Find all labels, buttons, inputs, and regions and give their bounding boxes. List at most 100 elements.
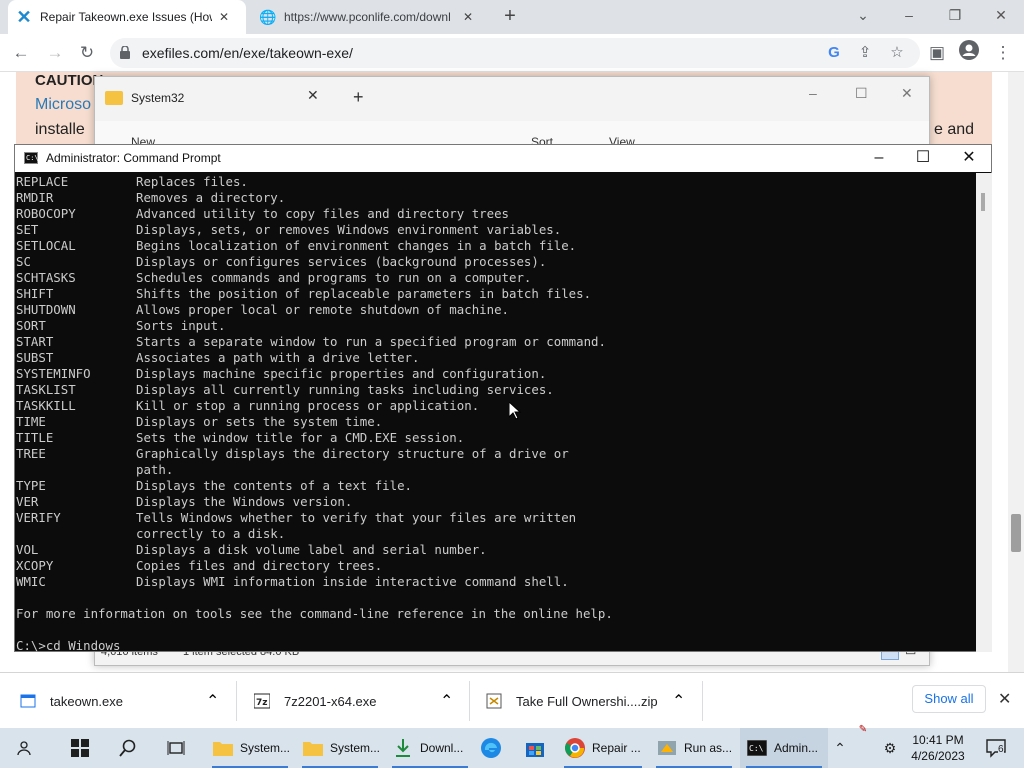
cmd-icon: C:\ [746,737,768,759]
command-description: Starts a separate window to run a specif… [136,334,606,349]
command-description: path. [136,462,174,477]
tray-pen-icon: ✎ [858,723,868,735]
profile-icon [959,40,979,60]
download-item[interactable]: 7z 7z2201-x64.exe [254,673,377,729]
command-description: Displays the contents of a text file. [136,478,413,493]
download-bar: takeown.exe ⌃ 7z 7z2201-x64.exe ⌃ Take F… [0,672,1024,728]
restore-button[interactable]: ❐ [932,0,978,34]
command-description: Displays all currently running tasks inc… [136,382,554,397]
search-icon[interactable] [112,728,144,768]
close-tab-icon[interactable]: ✕ [307,87,319,104]
chevron-up-icon[interactable]: ⌃ [830,728,850,768]
svg-text:7z: 7z [256,698,268,708]
explorer-titlebar: System32 ✕ + – ☐ ✕ [95,77,929,121]
tab-label: Repair Takeown.exe Issues (How t [40,10,212,24]
chevron-up-icon[interactable]: ⌃ [206,673,219,729]
taskbar-item-chrome[interactable]: Repair ... [558,728,648,768]
share-icon[interactable]: ⇪ [855,43,875,63]
gear-icon[interactable]: ⚙ [876,728,904,768]
taskbar-item-edge[interactable] [476,728,508,768]
back-button[interactable]: ← [8,40,34,66]
show-all-button[interactable]: Show all [912,685,986,713]
command-description: Graphically displays the directory struc… [136,446,569,461]
close-download-bar-icon[interactable]: ✕ [998,689,1011,709]
sidebar-icon[interactable]: ▣ [924,40,950,66]
command-name: SUBST [16,350,54,365]
scrollbar-thumb[interactable] [1011,514,1021,552]
taskbar-label: System... [240,741,291,755]
chevron-up-icon[interactable]: ⌃ [672,673,685,729]
bookmark-star-icon[interactable]: ☆ [887,43,907,63]
maximize-button[interactable]: ☐ [900,147,946,171]
command-name: START [16,334,54,349]
taskbar-item-cmd[interactable]: C:\ Admin... [740,728,828,768]
scrollbar-thumb[interactable] [981,193,985,211]
task-view-icon[interactable] [160,728,192,768]
command-name: SETLOCAL [16,238,76,253]
command-name: VERIFY [16,510,61,525]
command-description: Displays or sets the system time. [136,414,383,429]
clock-time: 10:41 PM [912,733,964,747]
windows-start-icon[interactable] [64,728,96,768]
page-scrollbar[interactable] [1008,72,1024,672]
mouse-cursor-icon [509,402,521,420]
tab-search-button[interactable]: ⌄ [840,0,886,34]
people-icon[interactable] [10,728,42,768]
command-name: REPLACE [16,174,69,189]
forward-button[interactable]: → [42,40,68,66]
folder-icon [212,737,234,759]
minimize-button[interactable]: – [886,0,932,34]
console-output[interactable]: REPLACE Replaces files. RMDIR Removes a dir… [15,173,976,652]
minimize-button[interactable]: – [856,147,902,171]
console-scrollbar[interactable] [976,173,992,652]
profile-avatar[interactable] [956,40,982,66]
taskbar-item-explorer-2[interactable]: System... [296,728,384,768]
download-item[interactable]: takeown.exe [20,673,123,729]
folder-icon [302,737,324,759]
command-description: Advanced utility to copy files and direc… [136,206,509,221]
command-description: Associates a path with a drive letter. [136,350,420,365]
taskbar-item-run-as[interactable]: Run as... [650,728,738,768]
webpage-text: installe [35,121,85,138]
browser-toolbar: ← → ↻ exefiles.com/en/exe/takeown-exe/ G… [0,34,1024,72]
menu-icon[interactable]: ⋮ [990,40,1016,66]
minimize-button[interactable]: – [809,85,817,101]
command-description: Sorts input. [136,318,226,333]
chevron-up-icon[interactable]: ⌃ [440,673,453,729]
system-clock[interactable]: 10:41 PM 4/26/2023 [908,732,968,764]
close-tab-icon[interactable]: ✕ [460,10,476,24]
tab-repair-takeown[interactable]: ✕ Repair Takeown.exe Issues (How t ✕ [8,0,246,34]
reload-button[interactable]: ↻ [74,40,100,66]
tab-pconlife[interactable]: 🌐 https://www.pconlife.com/downl ✕ [252,0,492,34]
new-tab-button[interactable]: + [498,5,522,29]
close-window-button[interactable]: ✕ [978,0,1024,34]
explorer-tab-title[interactable]: System32 [131,91,184,105]
notification-icon[interactable]: 6 [982,728,1012,768]
command-name: SORT [16,318,46,333]
taskbar: System... System... Downl... Repair ... … [0,724,1024,768]
download-item[interactable]: Take Full Ownershi....zip [486,673,658,729]
new-tab-button[interactable]: + [353,87,364,108]
google-icon[interactable]: G [824,43,844,63]
taskbar-item-downloads[interactable]: Downl... [386,728,474,768]
lock-icon [120,46,130,59]
command-description: Copies files and directory trees. [136,558,383,573]
command-name: WMIC [16,574,46,589]
microsoft-link[interactable]: Microso [35,96,91,114]
command-description: Displays machine specific properties and… [136,366,547,381]
taskbar-item-store[interactable] [520,728,552,768]
taskbar-item-explorer-1[interactable]: System... [206,728,294,768]
command-description: Displays a disk volume label and serial … [136,542,487,557]
command-description: Displays the Windows version. [136,494,353,509]
download-name: Take Full Ownershi....zip [516,693,658,709]
close-window-button[interactable]: ✕ [901,85,913,102]
taskbar-label: Run as... [684,741,733,755]
command-name: SC [16,254,31,269]
maximize-button[interactable]: ☐ [855,85,868,102]
address-bar[interactable]: exefiles.com/en/exe/takeown-exe/ G ⇪ ☆ [110,38,920,68]
taskbar-label: Admin... [774,741,819,755]
close-tab-icon[interactable]: ✕ [216,10,232,24]
console-prompt[interactable]: C:\>cd Windows [16,638,120,652]
cmd-icon: C:\ [24,152,39,164]
close-window-button[interactable]: ✕ [946,147,992,171]
